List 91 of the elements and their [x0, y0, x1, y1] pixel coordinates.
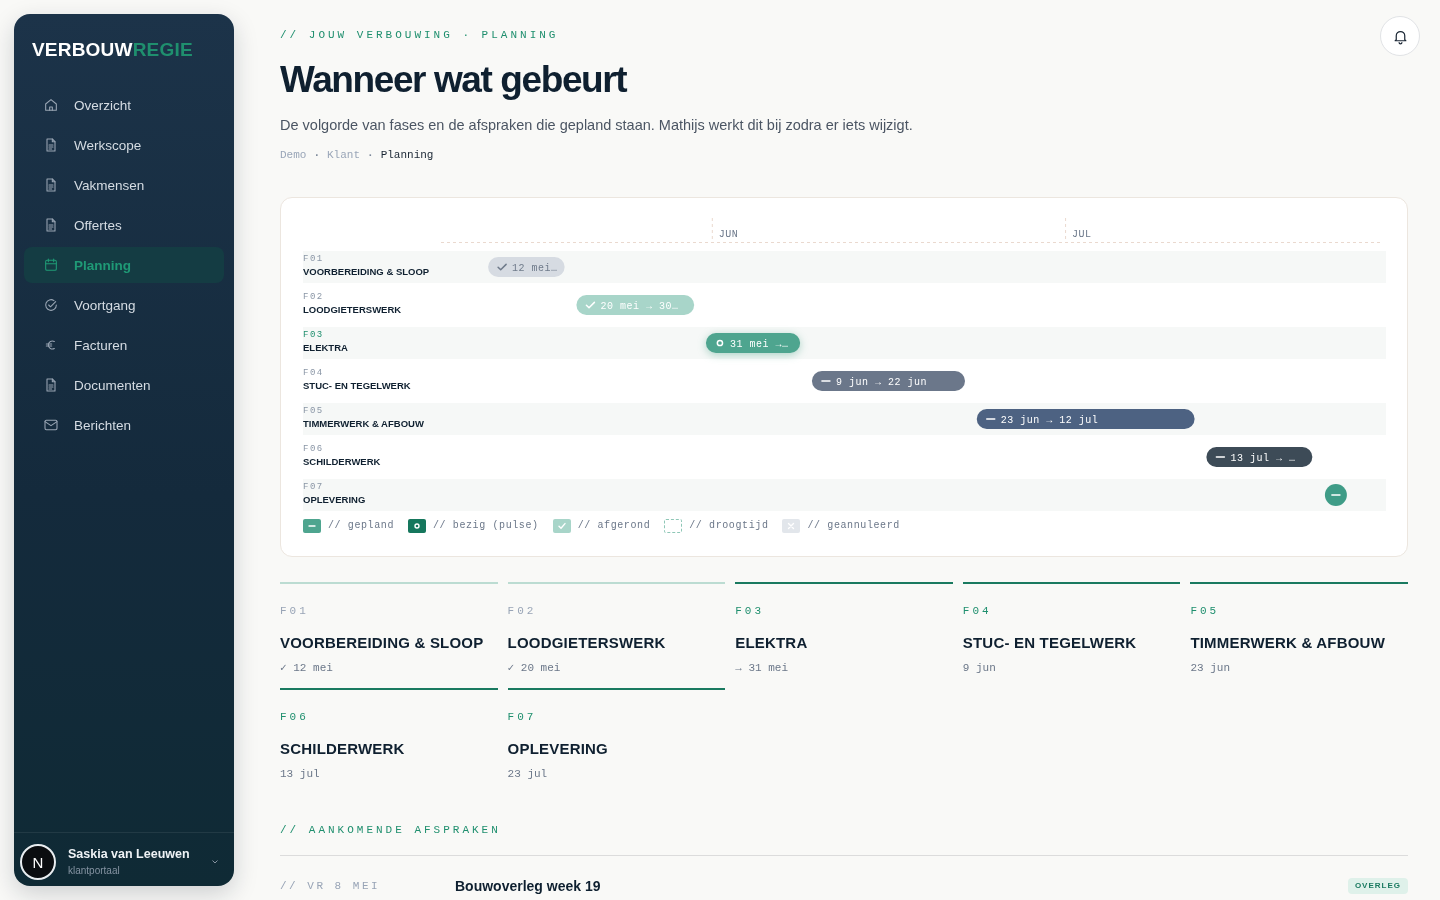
logo-wordmark: VERBOUWREGIE [31, 38, 194, 62]
nav-item[interactable]: Overzicht [24, 87, 224, 123]
phase-date: ✓ 20 mei [507, 661, 561, 675]
nav-item[interactable]: Berichten [24, 407, 224, 443]
dash-icon [821, 380, 831, 382]
breadcrumb-separator: · [367, 148, 374, 162]
phase-code: F06 [280, 711, 309, 724]
nav-item[interactable]: Documenten [24, 367, 224, 403]
phase-name: STUC- EN TEGELWERK [303, 379, 411, 392]
phase-code: F01 [280, 605, 309, 618]
ring-icon [716, 339, 724, 347]
milestone-marker[interactable] [1324, 484, 1347, 506]
dash-icon [986, 418, 996, 420]
avatar: N [20, 844, 56, 880]
phase-date: 23 jul [507, 767, 548, 781]
user-role: klantportaal [68, 865, 121, 877]
phase-name: TIMMERWERK & AFBOUW [303, 417, 424, 430]
calendar-icon [43, 257, 59, 273]
nav-item[interactable]: Facturen [24, 327, 224, 363]
month-label: JUN [718, 229, 739, 240]
phase-name: ELEKTRA [303, 341, 348, 354]
phase-name: ELEKTRA [735, 633, 808, 653]
notifications-button[interactable] [1380, 16, 1420, 56]
gantt-bar[interactable] [811, 371, 965, 391]
dash-icon [1215, 456, 1226, 458]
phase-code: F02 [303, 292, 324, 303]
section-heading: // AANKOMENDE AFSPRAKEN [280, 824, 1408, 856]
phase-code: F05 [303, 406, 324, 417]
phase-date: → 31 mei [735, 661, 788, 675]
legend-label: // bezig (pulse) [433, 519, 539, 533]
phase-code: F04 [303, 368, 324, 379]
nav-item[interactable]: Offertes [24, 207, 224, 243]
bar-label: 23 jun → 12 jul [1000, 414, 1099, 426]
appointment-date: // VR 8 MEI [280, 879, 382, 894]
page-title: Wanneer wat gebeurt [280, 58, 628, 102]
phase-code: F05 [1190, 605, 1220, 618]
bar-label: 20 mei → 30… [600, 300, 679, 312]
legend-label: // gepland [328, 519, 394, 533]
phase-date: 9 jun [962, 661, 996, 675]
gantt-bar[interactable] [976, 409, 1195, 429]
phase-code: F02 [507, 605, 537, 618]
phase-name: OPLEVERING [303, 493, 366, 506]
month-label: JUL [1072, 229, 1092, 240]
nav-item[interactable]: Voortgang [24, 287, 224, 323]
document-icon [43, 137, 59, 153]
document-icon [43, 217, 59, 233]
phase-name: LOODGIETERSWERK [507, 633, 666, 653]
phase-name: VOORBEREIDING & SLOOP [303, 265, 430, 278]
check-icon [585, 301, 596, 309]
phase-code: F01 [303, 254, 324, 265]
legend-label: // afgerond [577, 519, 651, 533]
phase-name: TIMMERWERK & AFBOUW [1190, 633, 1385, 653]
nav-item[interactable]: Vakmensen [24, 167, 224, 203]
document-icon [43, 177, 59, 193]
appointment-tag: OVERLEG [1347, 878, 1408, 894]
nav-item[interactable]: Werkscope [24, 127, 224, 163]
eyebrow-label: // JOUW VERBOUWING · PLANNING [280, 28, 560, 42]
phase-date: 23 jun [1190, 661, 1230, 675]
check-circle-icon [43, 297, 59, 313]
phase-date: ✓ 12 mei [280, 661, 333, 675]
phase-code: F06 [303, 444, 324, 455]
breadcrumb-separator: · [313, 148, 320, 162]
bar-label: 31 mei →… [729, 338, 789, 350]
phase-date: 13 jul [280, 767, 320, 781]
user-name: Saskia van Leeuwen [68, 847, 190, 862]
legend-label: // droogtijd [689, 519, 769, 533]
caret-icon[interactable] [212, 860, 218, 864]
phase-code: F04 [962, 605, 992, 618]
phase-name: STUC- EN TEGELWERK [962, 633, 1137, 653]
appointment-title[interactable]: Bouwoverleg week 19 [455, 878, 601, 894]
phase-code: F07 [303, 482, 324, 493]
phase-code: F07 [507, 711, 537, 724]
breadcrumb-current: Planning [380, 148, 434, 162]
phase-name: SCHILDERWERK [303, 455, 381, 468]
phase-code: F03 [303, 330, 324, 341]
bar-label: 9 jun → 22 jun [835, 376, 927, 388]
check-icon [497, 263, 507, 271]
document-icon [43, 377, 59, 393]
home-icon [43, 97, 59, 113]
page-subtitle: De volgorde van fases en de afspraken die gepland staan. Mathijs werkt dit bij zodra er iets wijzigt. [280, 116, 913, 135]
dash-icon [1331, 494, 1341, 496]
bar-label: 12 mei… [512, 262, 558, 274]
phase-code: F03 [735, 605, 764, 618]
phase-name: VOORBEREIDING & SLOOP [280, 633, 484, 653]
phase-name: LOODGIETERSWERK [303, 303, 402, 316]
bar-label: 13 jul → … [1230, 452, 1296, 464]
phase-name: OPLEVERING [507, 739, 608, 759]
phase-name: SCHILDERWERK [280, 739, 405, 759]
gantt-bar[interactable] [1206, 447, 1313, 467]
mail-icon [43, 417, 59, 433]
legend-label: // geannuleerd [807, 519, 900, 533]
